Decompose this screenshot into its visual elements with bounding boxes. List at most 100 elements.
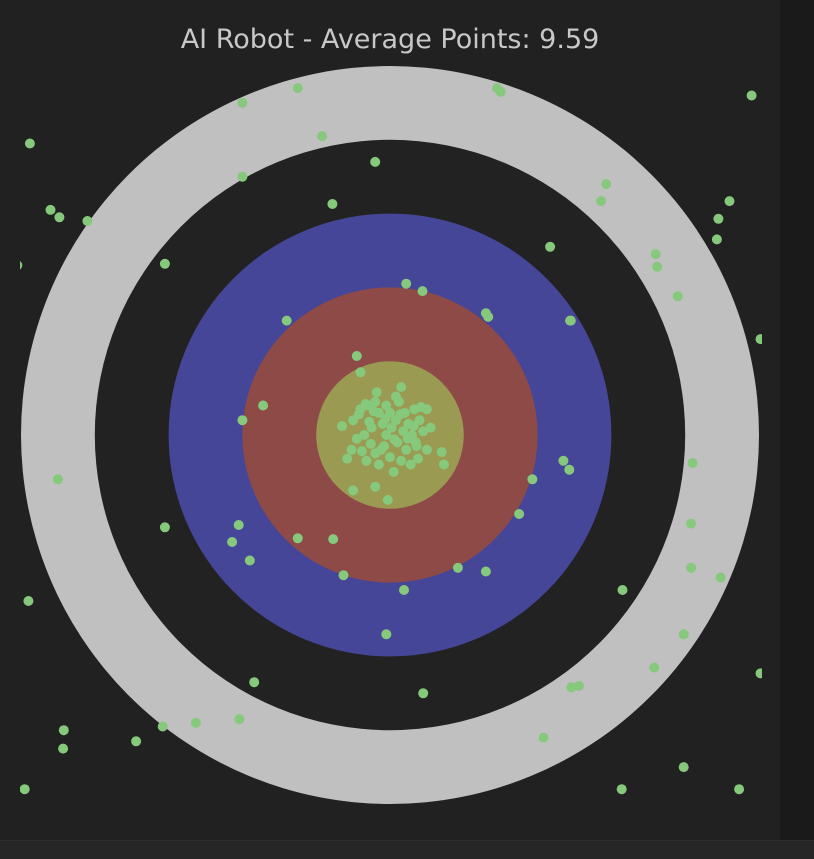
shot-point [402, 433, 413, 444]
side-strip [780, 0, 814, 840]
shot-point [413, 453, 423, 464]
shot-point [527, 474, 538, 485]
shot-point [159, 522, 170, 533]
shot-point [514, 509, 525, 519]
shot-point [159, 258, 170, 269]
shot-point [82, 216, 93, 226]
shot-point [411, 441, 422, 452]
shot-point [438, 459, 449, 470]
shot-point [480, 566, 491, 577]
shot-point [258, 400, 269, 411]
shot-point [687, 458, 698, 468]
shot-point [20, 261, 23, 270]
shot-point [360, 399, 371, 409]
shot-point [421, 444, 432, 455]
shot-point [686, 518, 697, 529]
shot-point [364, 416, 375, 427]
status-bar [0, 840, 814, 859]
shot-point [365, 438, 376, 449]
shot-point [58, 743, 69, 754]
shot-point [234, 714, 245, 725]
shot-point [58, 725, 69, 736]
shot-point [351, 351, 362, 361]
shot-point [755, 668, 762, 679]
shot-point [368, 406, 379, 417]
shot-point [401, 278, 412, 289]
shot-point [418, 688, 429, 699]
shot-point [317, 131, 328, 142]
shot-point [131, 736, 142, 747]
shot-point [425, 422, 436, 433]
shot-point [54, 212, 65, 223]
shot-point [370, 481, 381, 492]
shot-point [355, 367, 366, 378]
shot-point [190, 717, 201, 728]
shot-point [395, 409, 406, 420]
shot-point [370, 396, 381, 407]
shot-point [52, 474, 63, 485]
shot-point [389, 434, 400, 445]
shot-point [237, 415, 248, 426]
shot-point [244, 555, 255, 566]
shot-point [281, 315, 292, 326]
shot-point [686, 562, 697, 573]
shot-point [746, 90, 757, 101]
shot-point [390, 391, 401, 402]
shot-point [616, 784, 627, 795]
shot-point [399, 585, 409, 595]
shot-point [328, 534, 339, 545]
shot-point [376, 444, 387, 455]
shot-point [396, 382, 407, 392]
shot-point [380, 413, 391, 424]
shot-point [734, 784, 745, 795]
shot-point [23, 596, 34, 606]
shot-point [337, 421, 347, 432]
shot-point [361, 455, 372, 466]
shot-point [45, 204, 56, 215]
shot-point [417, 286, 428, 297]
shot-point [342, 453, 353, 464]
shot-point [678, 629, 689, 640]
shot-point [370, 156, 381, 167]
shot-point [388, 466, 399, 477]
shot-point [416, 402, 426, 412]
shot-point [233, 520, 244, 530]
shot-point [650, 249, 661, 260]
shot-point [566, 682, 577, 693]
shot-point [249, 677, 260, 688]
shot-point [495, 86, 506, 97]
shot-point [396, 455, 407, 466]
shot-point [381, 629, 392, 640]
shot-point [715, 572, 726, 583]
shot-point [565, 315, 576, 326]
shot-point [452, 562, 463, 573]
shot-point [711, 234, 722, 245]
shot-point [596, 196, 607, 207]
shot-point [649, 662, 660, 673]
shot-point [346, 444, 357, 455]
shot-point [545, 241, 556, 252]
shot-point [401, 444, 412, 455]
shot-point [227, 537, 238, 547]
shot-point [292, 83, 303, 94]
shot-point [724, 196, 735, 207]
shot-point [408, 421, 419, 432]
shot-point [558, 455, 569, 466]
shot-point [538, 732, 549, 743]
shot-point [672, 291, 683, 302]
shot-point [327, 199, 338, 209]
shot-point [713, 213, 724, 224]
shot-point [371, 387, 382, 398]
shot-point [157, 721, 168, 732]
shot-point [351, 433, 362, 444]
shot-point [348, 485, 359, 496]
shot-point [24, 138, 35, 149]
target-chart [20, 66, 762, 804]
shot-point [382, 494, 393, 505]
shot-point [564, 464, 575, 475]
shot-point [237, 171, 248, 182]
shot-point [755, 334, 762, 345]
shot-point [292, 533, 303, 544]
shot-point [354, 409, 364, 420]
shot-point [338, 570, 349, 581]
